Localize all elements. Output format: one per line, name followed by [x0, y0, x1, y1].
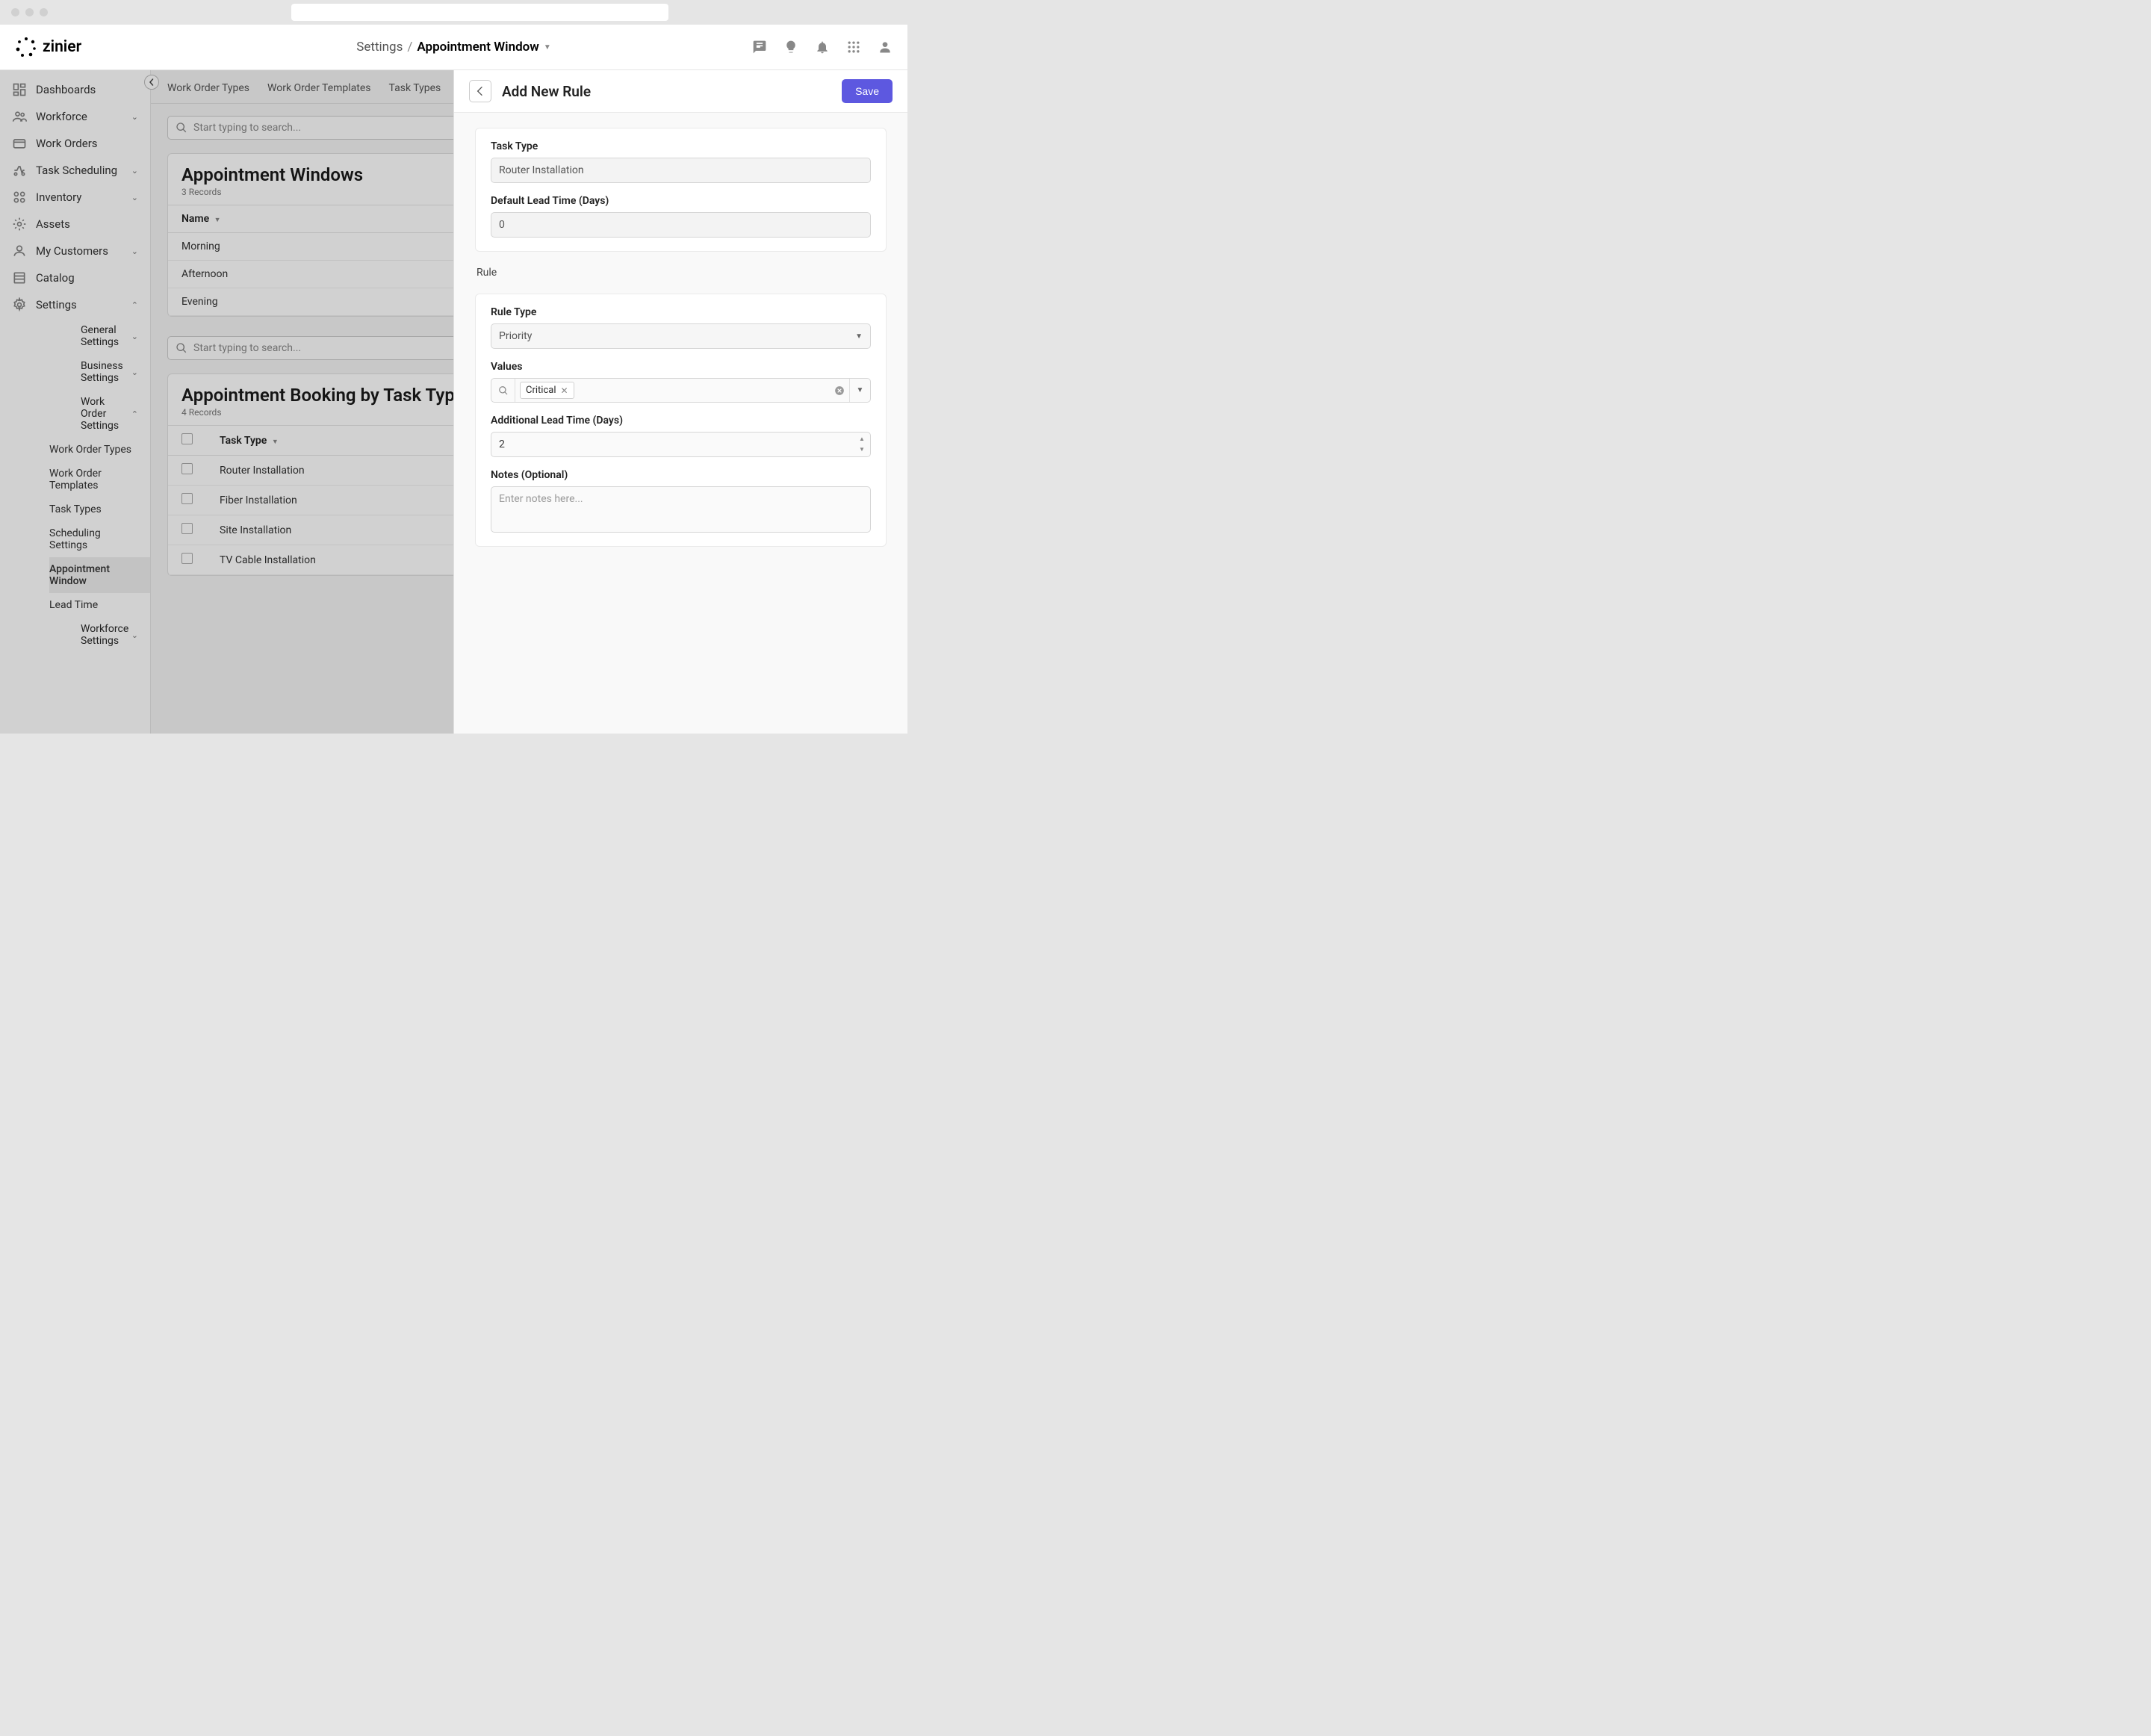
traffic-light-close[interactable] — [11, 8, 19, 16]
notes-label: Notes (Optional) — [491, 469, 871, 481]
breadcrumb: Settings / Appointment Window ▼ — [356, 40, 550, 55]
task-type-input[interactable]: Router Installation — [491, 158, 871, 183]
breadcrumb-root[interactable]: Settings — [356, 40, 403, 55]
save-button[interactable]: Save — [842, 79, 893, 103]
breadcrumb-separator: / — [407, 40, 412, 55]
values-multiselect[interactable]: Critical ✕ ▼ — [491, 378, 871, 403]
step-down-icon: ▼ — [854, 444, 870, 455]
traffic-light-max[interactable] — [40, 8, 48, 16]
bell-icon[interactable] — [815, 40, 830, 55]
task-info-section: Task Type Router Installation Default Le… — [475, 128, 887, 252]
search-icon — [491, 379, 515, 402]
modal-scrim[interactable] — [0, 70, 453, 734]
chat-icon[interactable] — [752, 40, 767, 55]
url-bar[interactable] — [291, 4, 668, 21]
user-avatar-icon[interactable] — [878, 40, 893, 55]
apps-grid-icon[interactable] — [846, 40, 861, 55]
notes-textarea[interactable]: Enter notes here... — [491, 486, 871, 533]
chevron-down-icon[interactable]: ▼ — [849, 379, 870, 402]
panel-title: Add New Rule — [502, 83, 591, 100]
task-type-label: Task Type — [491, 140, 871, 152]
breadcrumb-dropdown-icon[interactable]: ▼ — [544, 43, 551, 52]
add-rule-panel: Add New Rule Save Task Type Router Insta… — [453, 70, 907, 734]
lightbulb-icon[interactable] — [783, 40, 798, 55]
brand-text: zinier — [43, 38, 81, 56]
default-lead-input[interactable]: 0 — [491, 212, 871, 238]
chevron-down-icon: ▼ — [855, 332, 863, 341]
stepper-buttons[interactable]: ▲▼ — [854, 434, 870, 455]
default-lead-label: Default Lead Time (Days) — [491, 195, 871, 207]
rule-type-select[interactable]: Priority ▼ — [491, 323, 871, 349]
browser-chrome — [0, 0, 907, 25]
values-label: Values — [491, 361, 871, 373]
rule-type-label: Rule Type — [491, 306, 871, 318]
tag-critical[interactable]: Critical ✕ — [520, 382, 574, 399]
step-up-icon: ▲ — [854, 434, 870, 444]
brand-logo[interactable]: zinier — [15, 36, 81, 58]
logo-mark-icon — [15, 36, 37, 58]
clear-all-icon[interactable] — [830, 385, 849, 396]
rule-section-label: Rule — [477, 267, 885, 279]
additional-lead-label: Additional Lead Time (Days) — [491, 415, 871, 427]
rule-section: Rule Type Priority ▼ Values Critical ✕ ▼ — [475, 294, 887, 547]
remove-tag-icon[interactable]: ✕ — [560, 385, 568, 396]
additional-lead-stepper[interactable]: 2 ▲▼ — [491, 432, 871, 457]
back-button[interactable] — [469, 80, 491, 102]
app-header: zinier Settings / Appointment Window ▼ — [0, 25, 907, 70]
breadcrumb-current[interactable]: Appointment Window — [417, 40, 538, 55]
traffic-light-min[interactable] — [25, 8, 34, 16]
